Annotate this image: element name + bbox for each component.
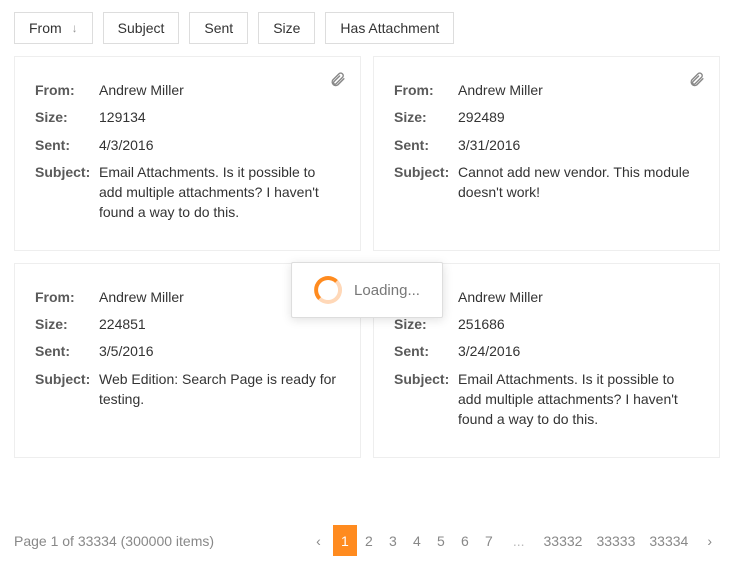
sort-button-label: Has Attachment bbox=[340, 20, 439, 36]
field-row-subject: Subject:Cannot add new vendor. This modu… bbox=[394, 162, 699, 203]
field-row-subject: Subject:Email Attachments. Is it possibl… bbox=[394, 369, 699, 430]
field-value-subject: Cannot add new vendor. This module doesn… bbox=[458, 162, 699, 203]
field-row-sent: Sent: 3/31/2016 bbox=[394, 135, 699, 155]
field-value-size: 292489 bbox=[458, 107, 505, 127]
field-label: Subject: bbox=[394, 162, 450, 203]
pager-summary: Page 1 of 33334 (300000 items) bbox=[14, 533, 214, 549]
loading-text: Loading... bbox=[354, 282, 420, 299]
field-value-subject: Email Attachments. Is it possible to add… bbox=[458, 369, 699, 430]
pager-page[interactable]: 4 bbox=[405, 525, 429, 556]
field-value-size: 129134 bbox=[99, 107, 146, 127]
sort-button-label: Subject bbox=[118, 20, 165, 36]
field-value-subject: Web Edition: Search Page is ready for te… bbox=[99, 369, 340, 410]
pager-ellipsis: ... bbox=[505, 533, 533, 549]
field-row-size: Size: 129134 bbox=[35, 107, 340, 127]
field-value-from: Andrew Miller bbox=[99, 80, 184, 100]
field-label: Size: bbox=[394, 107, 450, 127]
field-value-sent: 3/31/2016 bbox=[458, 135, 520, 155]
field-label: Sent: bbox=[394, 135, 450, 155]
pager-next[interactable]: › bbox=[699, 533, 720, 549]
field-value-from: Andrew Miller bbox=[458, 287, 543, 307]
pager-page[interactable]: 7 bbox=[477, 525, 501, 556]
field-row-sent: Sent: 3/24/2016 bbox=[394, 341, 699, 361]
sort-button-size[interactable]: Size bbox=[258, 12, 315, 44]
email-card[interactable]: From: Andrew Miller Size: 129134 Sent: 4/3/20… bbox=[14, 56, 361, 251]
attachment-icon bbox=[329, 71, 346, 91]
sort-button-sent[interactable]: Sent bbox=[189, 12, 248, 44]
email-card[interactable]: From: Andrew Miller Size: 292489 Sent: 3/31/2… bbox=[373, 56, 720, 251]
field-row-size: Size: 292489 bbox=[394, 107, 699, 127]
field-value-sent: 3/24/2016 bbox=[458, 341, 520, 361]
pager-page[interactable]: 6 bbox=[453, 525, 477, 556]
field-row-subject: Subject:Email Attachments. Is it possibl… bbox=[35, 162, 340, 223]
sort-button-label: From bbox=[29, 20, 62, 36]
field-value-size: 251686 bbox=[458, 314, 505, 334]
field-label: Sent: bbox=[35, 341, 91, 361]
sort-button-has-attachment[interactable]: Has Attachment bbox=[325, 12, 454, 44]
sort-toolbar: From ↓ Subject Sent Size Has Attachment bbox=[14, 12, 720, 44]
sort-button-label: Size bbox=[273, 20, 300, 36]
field-row-subject: Subject:Web Edition: Search Page is read… bbox=[35, 369, 340, 410]
sort-button-label: Sent bbox=[204, 20, 233, 36]
field-row-sent: Sent: 3/5/2016 bbox=[35, 341, 340, 361]
card-grid: From: Andrew Miller Size: 129134 Sent: 4/3/20… bbox=[14, 56, 720, 458]
sort-direction-down-icon: ↓ bbox=[72, 21, 78, 35]
pager-page[interactable]: 2 bbox=[357, 525, 381, 556]
app-container: From ↓ Subject Sent Size Has Attachment From:… bbox=[0, 0, 734, 568]
pager-page[interactable]: 3 bbox=[381, 525, 405, 556]
field-value-size: 224851 bbox=[99, 314, 146, 334]
field-row-from: From: Andrew Miller bbox=[35, 80, 340, 100]
pager: Page 1 of 33334 (300000 items) ‹ 1234567… bbox=[14, 525, 720, 556]
field-row-from: From: Andrew Miller bbox=[394, 80, 699, 100]
field-value-sent: 3/5/2016 bbox=[99, 341, 154, 361]
field-value-from: Andrew Miller bbox=[99, 287, 184, 307]
field-label: From: bbox=[35, 80, 91, 100]
field-label: Sent: bbox=[35, 135, 91, 155]
field-label: Size: bbox=[35, 107, 91, 127]
field-label: Size: bbox=[35, 314, 91, 334]
pager-page[interactable]: 1 bbox=[333, 525, 357, 556]
field-label: Subject: bbox=[35, 369, 91, 410]
pager-prev[interactable]: ‹ bbox=[308, 533, 329, 549]
sort-button-from[interactable]: From ↓ bbox=[14, 12, 93, 44]
field-value-from: Andrew Miller bbox=[458, 80, 543, 100]
loading-overlay: Loading... bbox=[291, 262, 443, 318]
field-label: Subject: bbox=[35, 162, 91, 223]
field-label: Subject: bbox=[394, 369, 450, 430]
field-label: Sent: bbox=[394, 341, 450, 361]
pager-page[interactable]: 5 bbox=[429, 525, 453, 556]
field-row-sent: Sent: 4/3/2016 bbox=[35, 135, 340, 155]
loading-spinner-icon bbox=[314, 276, 342, 304]
field-label: From: bbox=[394, 80, 450, 100]
pager-page[interactable]: 33333 bbox=[589, 525, 642, 556]
pager-page[interactable]: 33334 bbox=[642, 525, 695, 556]
sort-button-subject[interactable]: Subject bbox=[103, 12, 180, 44]
attachment-icon bbox=[688, 71, 705, 91]
field-value-sent: 4/3/2016 bbox=[99, 135, 154, 155]
field-value-subject: Email Attachments. Is it possible to add… bbox=[99, 162, 340, 223]
pager-page[interactable]: 33332 bbox=[537, 525, 590, 556]
field-label: From: bbox=[35, 287, 91, 307]
